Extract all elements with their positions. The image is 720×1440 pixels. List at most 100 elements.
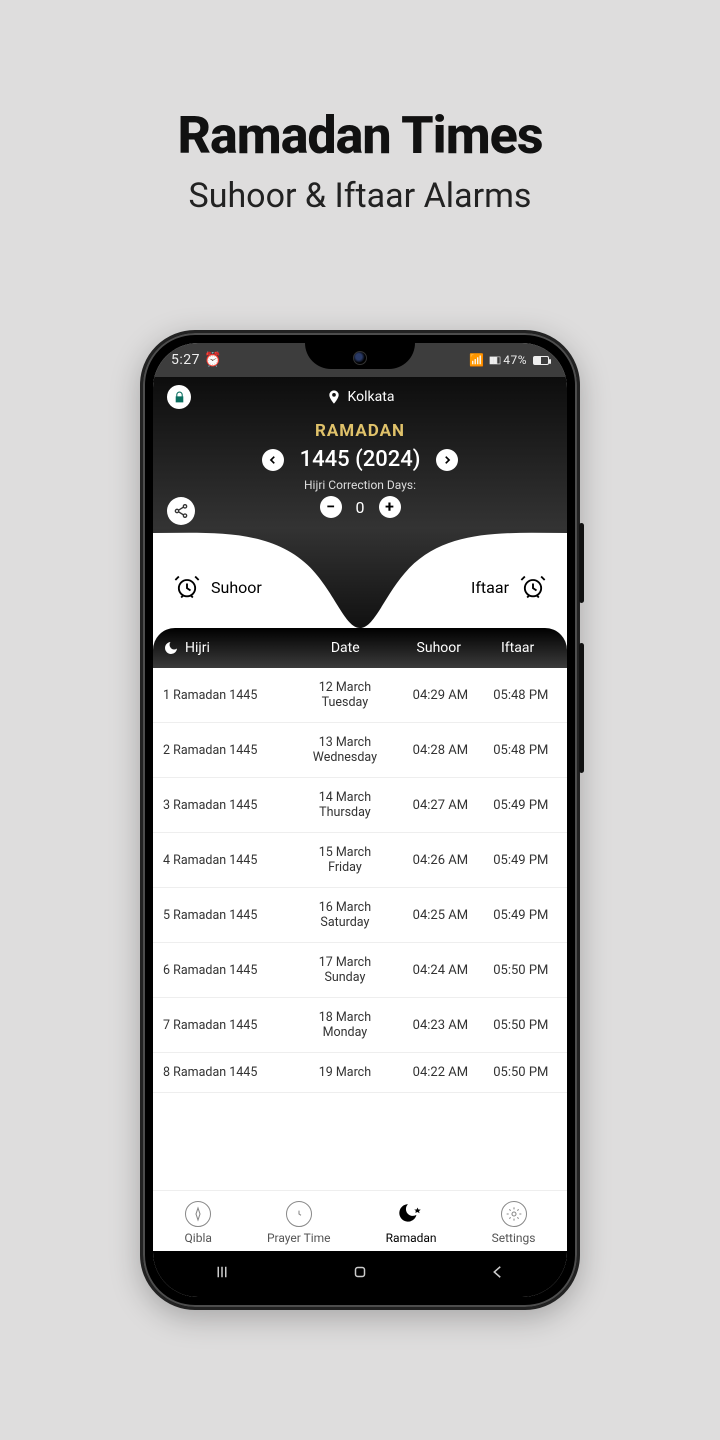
- year-prev-button[interactable]: [262, 449, 284, 471]
- cell-date: 18 MarchMonday: [290, 1010, 401, 1040]
- cell-date: 19 March: [290, 1065, 401, 1080]
- lock-icon: [173, 391, 186, 404]
- moon-star-icon: [398, 1201, 424, 1227]
- cell-hijri: 2 Ramadan 1445: [159, 743, 290, 758]
- ramadan-label: RAMADAN: [167, 421, 553, 441]
- table-row[interactable]: 8 Ramadan 144519 March04:22 AM05:50 PM: [153, 1053, 567, 1093]
- nav-qibla-label: Qibla: [185, 1231, 212, 1245]
- cell-date: 13 MarchWednesday: [290, 735, 401, 765]
- table-row[interactable]: 5 Ramadan 144516 MarchSaturday04:25 AM05…: [153, 888, 567, 943]
- correction-plus-button[interactable]: +: [379, 496, 401, 518]
- android-softkeys: [153, 1251, 567, 1297]
- alarm-section: Suhoor Iftaar: [153, 528, 567, 628]
- year-next-button[interactable]: [436, 449, 458, 471]
- nav-ramadan-label: Ramadan: [386, 1231, 437, 1245]
- chevron-right-icon: [442, 455, 452, 465]
- home-button[interactable]: [351, 1263, 369, 1285]
- iftaar-label: Iftaar: [471, 578, 509, 597]
- bottom-nav: Qibla Prayer Time Ramadan Settings: [153, 1190, 567, 1251]
- recent-apps-button[interactable]: [213, 1263, 231, 1285]
- cell-suhoor: 04:28 AM: [400, 743, 480, 758]
- share-button[interactable]: [167, 497, 195, 525]
- nav-qibla[interactable]: Qibla: [185, 1201, 212, 1245]
- table-header: Hijri Date Suhoor Iftaar: [153, 628, 567, 668]
- share-icon: [173, 503, 189, 519]
- table-body[interactable]: 1 Ramadan 144512 MarchTuesday04:29 AM05:…: [153, 668, 567, 1190]
- nav-settings-label: Settings: [492, 1231, 536, 1245]
- hijri-year: 1445 (2024): [300, 447, 421, 472]
- col-date: Date: [291, 640, 399, 656]
- cell-iftaar: 05:49 PM: [481, 908, 561, 923]
- back-button[interactable]: [489, 1263, 507, 1285]
- location-row[interactable]: Kolkata: [167, 389, 553, 405]
- table-row[interactable]: 3 Ramadan 144514 MarchThursday04:27 AM05…: [153, 778, 567, 833]
- suhoor-alarm-button[interactable]: Suhoor: [173, 573, 262, 601]
- col-hijri: Hijri: [185, 640, 210, 656]
- nav-prayer-label: Prayer Time: [267, 1231, 331, 1245]
- header-panel: Kolkata RAMADAN 1445 (2024) Hijri Correc…: [153, 377, 567, 528]
- cell-suhoor: 04:24 AM: [400, 963, 480, 978]
- promo-subtitle: Suhoor & Iftaar Alarms: [0, 176, 720, 216]
- battery-icon: [533, 356, 549, 365]
- table-row[interactable]: 2 Ramadan 144513 MarchWednesday04:28 AM0…: [153, 723, 567, 778]
- cell-hijri: 4 Ramadan 1445: [159, 853, 290, 868]
- location-name: Kolkata: [348, 389, 395, 405]
- status-right: 📶 ▮▮▯ 47%: [469, 353, 549, 367]
- suhoor-label: Suhoor: [211, 578, 262, 597]
- location-pin-icon: [326, 389, 342, 405]
- cell-hijri: 8 Ramadan 1445: [159, 1065, 290, 1080]
- cell-iftaar: 05:48 PM: [481, 688, 561, 703]
- hijri-correction-label: Hijri Correction Days:: [167, 478, 553, 492]
- cell-iftaar: 05:50 PM: [481, 963, 561, 978]
- cell-iftaar: 05:50 PM: [481, 1065, 561, 1080]
- cell-iftaar: 05:48 PM: [481, 743, 561, 758]
- cell-suhoor: 04:25 AM: [400, 908, 480, 923]
- cell-hijri: 1 Ramadan 1445: [159, 688, 290, 703]
- phone-screen: 5:27 ⏰ 📶 ▮▮▯ 47% Kolkata: [153, 343, 567, 1297]
- cell-iftaar: 05:49 PM: [481, 853, 561, 868]
- clock-icon: [286, 1201, 312, 1227]
- moon-icon: [163, 640, 179, 656]
- nav-settings[interactable]: Settings: [492, 1201, 536, 1245]
- col-suhoor: Suhoor: [399, 640, 478, 656]
- cell-suhoor: 04:27 AM: [400, 798, 480, 813]
- cell-date: 16 MarchSaturday: [290, 900, 401, 930]
- cell-date: 17 MarchSunday: [290, 955, 401, 985]
- nav-prayer-time[interactable]: Prayer Time: [267, 1201, 331, 1245]
- cell-suhoor: 04:29 AM: [400, 688, 480, 703]
- cell-date: 15 MarchFriday: [290, 845, 401, 875]
- nav-ramadan[interactable]: Ramadan: [386, 1201, 437, 1245]
- battery-pct: 47%: [503, 353, 527, 367]
- phone-frame: 5:27 ⏰ 📶 ▮▮▯ 47% Kolkata: [140, 330, 580, 1310]
- lock-button[interactable]: [167, 385, 191, 409]
- status-time: 5:27 ⏰: [171, 352, 222, 368]
- table-row[interactable]: 4 Ramadan 144515 MarchFriday04:26 AM05:4…: [153, 833, 567, 888]
- cell-hijri: 6 Ramadan 1445: [159, 963, 290, 978]
- chevron-left-icon: [268, 455, 278, 465]
- correction-value: 0: [356, 498, 365, 517]
- table-row[interactable]: 1 Ramadan 144512 MarchTuesday04:29 AM05:…: [153, 668, 567, 723]
- alarm-clock-icon: [519, 573, 547, 601]
- cell-iftaar: 05:50 PM: [481, 1018, 561, 1033]
- cell-hijri: 5 Ramadan 1445: [159, 908, 290, 923]
- cell-date: 12 MarchTuesday: [290, 680, 401, 710]
- table-row[interactable]: 7 Ramadan 144518 MarchMonday04:23 AM05:5…: [153, 998, 567, 1053]
- cell-suhoor: 04:23 AM: [400, 1018, 480, 1033]
- wifi-icon: 📶: [469, 353, 484, 367]
- compass-icon: [185, 1201, 211, 1227]
- cell-suhoor: 04:26 AM: [400, 853, 480, 868]
- gear-icon: [501, 1201, 527, 1227]
- promo-title: Ramadan Times: [0, 0, 720, 166]
- cell-suhoor: 04:22 AM: [400, 1065, 480, 1080]
- correction-minus-button[interactable]: −: [320, 496, 342, 518]
- signal-icon: ▮▮▯: [489, 355, 500, 366]
- cell-date: 14 MarchThursday: [290, 790, 401, 820]
- alarm-clock-icon: [173, 573, 201, 601]
- cell-iftaar: 05:49 PM: [481, 798, 561, 813]
- cell-hijri: 3 Ramadan 1445: [159, 798, 290, 813]
- iftaar-alarm-button[interactable]: Iftaar: [471, 573, 547, 601]
- cell-hijri: 7 Ramadan 1445: [159, 1018, 290, 1033]
- col-iftaar: Iftaar: [478, 640, 557, 656]
- notch: [305, 343, 415, 369]
- table-row[interactable]: 6 Ramadan 144517 MarchSunday04:24 AM05:5…: [153, 943, 567, 998]
